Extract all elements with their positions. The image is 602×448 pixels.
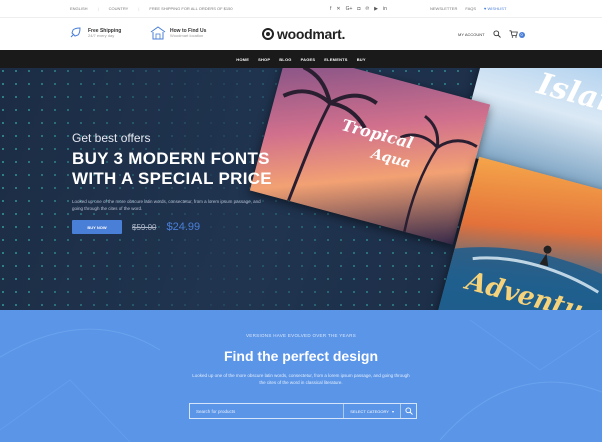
nav-item-elements[interactable]: ELEMENTS — [324, 57, 347, 62]
nav-item-shop[interactable]: SHOP — [258, 57, 270, 62]
cart-count-badge: 0 — [518, 31, 525, 38]
search-submit-button[interactable] — [400, 404, 416, 418]
hero-title-line1: BUY 3 MODERN FONTS — [72, 149, 270, 168]
rocket-icon — [68, 26, 82, 40]
hero-text-block: Get best offers BUY 3 MODERN FONTS WITH … — [72, 131, 282, 213]
hero-title: BUY 3 MODERN FONTS WITH A SPECIAL PRICE — [72, 149, 282, 189]
nav-item-blog[interactable]: BLOG — [279, 57, 291, 62]
buy-now-button[interactable]: BUY NOW — [72, 220, 122, 234]
my-account-link[interactable]: MY ACCOUNT — [458, 32, 485, 37]
new-price: $24.99 — [166, 221, 201, 233]
language-selector[interactable]: ENGLISH — [70, 6, 88, 11]
store-icon — [150, 26, 166, 40]
heart-icon: ♥ — [484, 6, 487, 11]
social-links: f ✕ G+ ◘ ℗ ▶ in — [330, 6, 387, 12]
linkedin-icon[interactable]: in — [383, 6, 387, 12]
hero-title-line2: WITH A SPECIAL PRICE — [72, 169, 272, 189]
hero-banner: Islan Tropical Aqua Adventu Get best off… — [0, 68, 602, 310]
top-bar: ENGLISH | COUNTRY | FREE SHIPPING FOR AL… — [0, 0, 602, 18]
finder-eyebrow: VERSIONS HAVE EVOLVED OVER THE YEARS — [246, 333, 356, 338]
island-script: Islan — [533, 68, 602, 122]
category-select[interactable]: SELECT CATEGORY ▾ — [343, 404, 400, 418]
site-logo[interactable]: woodmart. — [262, 26, 345, 42]
wishlist-link[interactable]: ♥ WISHLIST — [484, 6, 506, 11]
feature1-subtitle: 24/7 every day — [88, 32, 115, 38]
finder-title: Find the perfect design — [223, 348, 378, 364]
google-plus-icon[interactable]: G+ — [346, 6, 353, 12]
hero-eyebrow: Get best offers — [72, 131, 151, 145]
twitter-icon[interactable]: ✕ — [336, 6, 340, 12]
feature2-subtitle: Woodmart location — [170, 32, 204, 38]
country-selector[interactable]: COUNTRY — [109, 6, 129, 11]
product-search-form: SELECT CATEGORY ▾ — [189, 403, 417, 419]
hero-description: Looked up one of the more obscure latin … — [72, 199, 261, 211]
search-icon — [404, 402, 413, 420]
faq-link[interactable]: FAQS — [465, 6, 476, 11]
logo-text: woodmart. — [277, 26, 346, 42]
newsletter-link[interactable]: NEWSLETTER — [430, 6, 457, 11]
wishlist-label: WISHLIST — [487, 6, 507, 11]
hero-actions: BUY NOW $59.00 $24.99 — [72, 220, 200, 234]
nav-item-pages[interactable]: PAGES — [301, 57, 316, 62]
nav-item-home[interactable]: HOME — [236, 57, 249, 62]
search-icon[interactable] — [493, 30, 501, 39]
cart-button[interactable]: 0 — [509, 30, 525, 39]
finder-description: Looked up one of the more obscure latin … — [192, 373, 410, 386]
nav-item-buy[interactable]: BUY — [357, 57, 366, 62]
instagram-icon[interactable]: ◘ — [357, 6, 360, 12]
old-price: $59.00 — [132, 222, 157, 232]
chevron-down-icon: ▾ — [391, 408, 394, 414]
logo-mark-icon — [262, 28, 274, 40]
feature-free-shipping: Free Shipping 24/7 every day — [68, 26, 121, 40]
category-select-label: SELECT CATEGORY — [350, 408, 389, 414]
youtube-icon[interactable]: ▶ — [374, 6, 378, 12]
pinterest-icon[interactable]: ℗ — [365, 6, 369, 12]
design-finder-section: VERSIONS HAVE EVOLVED OVER THE YEARS Fin… — [0, 310, 602, 442]
product-search-input[interactable] — [190, 404, 344, 418]
page-bottom-strip — [0, 442, 602, 448]
promo-text: FREE SHIPPING FOR ALL ORDERS OF $150 — [149, 6, 233, 11]
cart-icon — [509, 30, 518, 39]
main-nav: HOME SHOP BLOG PAGES ELEMENTS BUY — [0, 50, 602, 68]
feature-find-us: How to Find Us Woodmart location — [150, 26, 206, 40]
site-header: Free Shipping 24/7 every day How to Find… — [0, 18, 602, 50]
facebook-icon[interactable]: f — [330, 6, 331, 12]
